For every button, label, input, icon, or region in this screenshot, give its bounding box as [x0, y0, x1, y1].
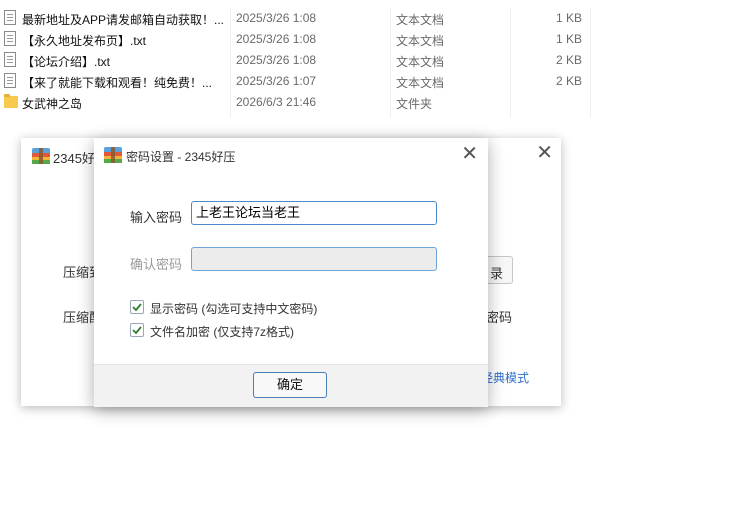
folder-icon: [4, 94, 18, 108]
dialog-footer: 确定: [94, 364, 488, 407]
file-date: 2025/3/26 1:07: [236, 74, 317, 88]
dialog-title: 密码设置 - 2345好压: [126, 150, 236, 164]
file-type: 文本文档: [396, 34, 445, 48]
checkmark-icon: [132, 303, 142, 312]
file-name: 【来了就能下载和观看！纯免费！...: [22, 76, 213, 90]
text-file-icon: [4, 31, 16, 46]
ok-button[interactable]: 确定: [253, 372, 327, 398]
password-link-text[interactable]: 密码: [486, 307, 512, 326]
file-type: 文本文档: [396, 76, 445, 90]
file-type: 文件夹: [396, 97, 433, 111]
file-date: 2025/3/26 1:08: [236, 32, 317, 46]
encrypt-filenames-checkbox[interactable]: [130, 323, 144, 337]
confirm-password-label: 确认密码: [130, 257, 183, 272]
file-date: 2025/3/26 1:08: [236, 11, 317, 25]
close-icon[interactable]: ✕: [461, 144, 478, 164]
close-icon[interactable]: ✕: [536, 143, 553, 163]
encrypt-filenames-label: 文件名加密 (仅支持7z格式): [150, 325, 295, 339]
file-row[interactable]: 【来了就能下载和观看！纯免费！... 2025/3/26 1:07 文本文档 2…: [0, 71, 746, 92]
classic-mode-link[interactable]: 经典模式: [481, 369, 529, 386]
password-label: 输入密码: [130, 210, 183, 225]
password-input[interactable]: 上老王论坛当老王: [191, 201, 437, 225]
file-row[interactable]: 女武神之岛 2026/6/3 21:46 文件夹: [0, 92, 746, 113]
file-size: 2 KB: [555, 53, 582, 67]
file-size: 1 KB: [555, 11, 582, 25]
file-row[interactable]: 最新地址及APP请发邮箱自动获取！... 2025/3/26 1:08 文本文档…: [0, 8, 746, 29]
haozip-logo-icon: [104, 147, 122, 163]
file-name: 【永久地址发布页】.txt: [22, 34, 147, 48]
window-title: 2345好: [53, 151, 95, 166]
show-password-checkbox[interactable]: [130, 300, 144, 314]
file-row[interactable]: 【论坛介绍】.txt 2025/3/26 1:08 文本文档 2 KB: [0, 50, 746, 71]
file-size: 1 KB: [555, 32, 582, 46]
file-size: 2 KB: [555, 74, 582, 88]
file-name: 女武神之岛: [22, 97, 83, 111]
show-password-label: 显示密码 (勾选可支持中文密码): [150, 302, 318, 316]
haozip-logo-icon: [32, 148, 50, 164]
text-file-icon: [4, 52, 16, 67]
checkmark-icon: [132, 326, 142, 335]
file-type: 文本文档: [396, 55, 445, 69]
confirm-password-input: [191, 247, 437, 271]
file-type: 文本文档: [396, 13, 445, 27]
text-file-icon: [4, 73, 16, 88]
browse-button-label: 录: [490, 266, 504, 281]
file-date: 2025/3/26 1:08: [236, 53, 317, 67]
file-date: 2026/6/3 21:46: [236, 95, 317, 109]
file-row[interactable]: 【永久地址发布页】.txt 2025/3/26 1:08 文本文档 1 KB: [0, 29, 746, 50]
text-file-icon: [4, 10, 16, 25]
password-settings-dialog: 密码设置 - 2345好压 ✕ 输入密码 上老王论坛当老王 确认密码 显示密码 …: [94, 138, 488, 407]
file-name: 最新地址及APP请发邮箱自动获取！...: [22, 13, 225, 27]
file-name: 【论坛介绍】.txt: [22, 55, 111, 69]
file-list: 最新地址及APP请发邮箱自动获取！... 2025/3/26 1:08 文本文档…: [0, 8, 746, 118]
